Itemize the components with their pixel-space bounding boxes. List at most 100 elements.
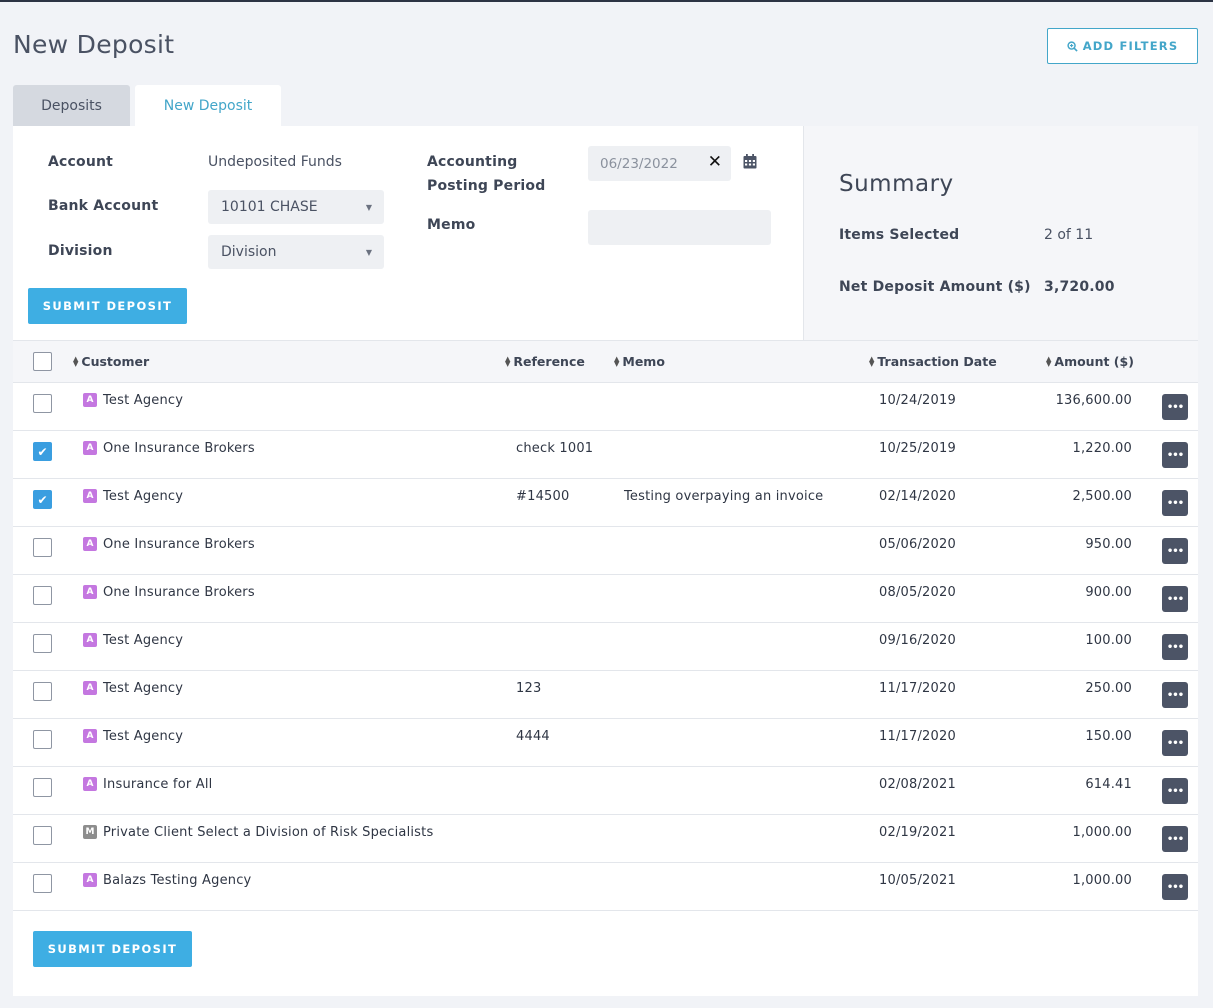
row-checkbox[interactable] bbox=[33, 778, 52, 797]
row-checkbox[interactable] bbox=[33, 394, 52, 413]
sort-icon: ▲ ▼ bbox=[505, 354, 511, 368]
calendar-icon[interactable] bbox=[743, 154, 757, 169]
submit-deposit-button-top[interactable]: SUBMIT DEPOSIT bbox=[28, 288, 187, 324]
amount-cell: 100.00 bbox=[1085, 633, 1132, 648]
table-row[interactable]: A Test Agency 123 11/17/2020 250.00 ••• bbox=[13, 671, 1198, 719]
items-selected-label: Items Selected bbox=[839, 227, 960, 243]
transaction-date-cell: 10/24/2019 bbox=[879, 393, 956, 408]
transaction-date-cell: 10/05/2021 bbox=[879, 873, 956, 888]
items-selected-value: 2 of 11 bbox=[1044, 227, 1094, 243]
memo-input[interactable] bbox=[588, 210, 771, 245]
account-label: Account bbox=[48, 154, 114, 170]
table-row[interactable]: A One Insurance Brokers 08/05/2020 900.00 ••… bbox=[13, 575, 1198, 623]
amount-cell: 1,000.00 bbox=[1072, 825, 1132, 840]
row-actions-button[interactable]: ••• bbox=[1162, 634, 1188, 660]
table-row[interactable]: A Test Agency 4444 11/17/2020 150.00 ••• bbox=[13, 719, 1198, 767]
amount-cell: 2,500.00 bbox=[1072, 489, 1132, 504]
row-checkbox[interactable] bbox=[33, 682, 52, 701]
customer-type-badge: A bbox=[83, 777, 97, 791]
customer-cell: Test Agency bbox=[103, 729, 184, 744]
memo-label: Memo bbox=[427, 217, 476, 233]
column-header-memo[interactable]: ▲ ▼ Memo bbox=[614, 354, 665, 369]
amount-cell: 136,600.00 bbox=[1055, 393, 1132, 408]
customer-type-badge: A bbox=[83, 489, 97, 503]
table-row[interactable]: A Test Agency 09/16/2020 100.00 ••• bbox=[13, 623, 1198, 671]
submit-deposit-button-bottom[interactable]: SUBMIT DEPOSIT bbox=[33, 931, 192, 967]
net-deposit-amount-value: 3,720.00 bbox=[1044, 279, 1115, 295]
more-horizontal-icon: ••• bbox=[1166, 401, 1184, 413]
customer-cell: Insurance for All bbox=[103, 777, 213, 792]
more-horizontal-icon: ••• bbox=[1166, 641, 1184, 653]
transaction-date-cell: 02/08/2021 bbox=[879, 777, 956, 792]
column-header-amount[interactable]: ▲ ▼ Amount ($) bbox=[1046, 354, 1134, 369]
caret-down-icon: ▼ bbox=[365, 248, 372, 257]
amount-cell: 614.41 bbox=[1085, 777, 1132, 792]
deposit-table-body: A Test Agency 10/24/2019 136,600.00 ••• ✔ A One… bbox=[13, 383, 1198, 911]
tab-deposits[interactable]: Deposits bbox=[13, 85, 130, 126]
posting-period-input[interactable]: 06/23/2022 ✕ bbox=[588, 146, 731, 181]
row-checkbox[interactable]: ✔ bbox=[33, 442, 52, 461]
transaction-date-cell: 11/17/2020 bbox=[879, 681, 956, 696]
transaction-date-cell: 02/19/2021 bbox=[879, 825, 956, 840]
division-select[interactable]: Division ▼ bbox=[208, 235, 384, 269]
deposit-card: Account Undeposited Funds Bank Account 1… bbox=[13, 126, 1198, 996]
reference-cell: #14500 bbox=[516, 489, 570, 504]
table-row[interactable]: A One Insurance Brokers 05/06/2020 950.00 ••… bbox=[13, 527, 1198, 575]
customer-type-badge: A bbox=[83, 729, 97, 743]
row-actions-button[interactable]: ••• bbox=[1162, 586, 1188, 612]
more-horizontal-icon: ••• bbox=[1166, 785, 1184, 797]
add-filters-button[interactable]: ADD FILTERS bbox=[1047, 28, 1198, 64]
row-checkbox[interactable]: ✔ bbox=[33, 490, 52, 509]
table-row[interactable]: A Balazs Testing Agency 10/05/2021 1,000.00… bbox=[13, 863, 1198, 911]
row-checkbox[interactable] bbox=[33, 634, 52, 653]
column-header-transaction-date[interactable]: ▲ ▼ Transaction Date bbox=[869, 354, 997, 369]
row-checkbox[interactable] bbox=[33, 826, 52, 845]
row-actions-button[interactable]: ••• bbox=[1162, 682, 1188, 708]
transaction-date-cell: 09/16/2020 bbox=[879, 633, 956, 648]
table-row[interactable]: M Private Client Select a Division of Ris… bbox=[13, 815, 1198, 863]
transaction-date-cell: 10/25/2019 bbox=[879, 441, 956, 456]
row-actions-button[interactable]: ••• bbox=[1162, 490, 1188, 516]
customer-type-badge: A bbox=[83, 873, 97, 887]
column-header-customer[interactable]: ▲ ▼ Customer bbox=[73, 354, 149, 369]
row-actions-button[interactable]: ••• bbox=[1162, 394, 1188, 420]
table-row[interactable]: ✔ A One Insurance Brokers check 1001 10/25/2… bbox=[13, 431, 1198, 479]
sort-icon: ▲ ▼ bbox=[73, 354, 79, 368]
transaction-date-cell: 11/17/2020 bbox=[879, 729, 956, 744]
row-actions-button[interactable]: ••• bbox=[1162, 442, 1188, 468]
tab-new-deposit[interactable]: New Deposit bbox=[135, 85, 281, 126]
row-actions-button[interactable]: ••• bbox=[1162, 826, 1188, 852]
close-icon[interactable]: ✕ bbox=[708, 154, 722, 171]
row-actions-button[interactable]: ••• bbox=[1162, 778, 1188, 804]
customer-cell: Private Client Select a Division of Risk… bbox=[103, 825, 434, 840]
search-plus-icon bbox=[1067, 40, 1078, 52]
more-horizontal-icon: ••• bbox=[1166, 449, 1184, 461]
customer-cell: One Insurance Brokers bbox=[103, 441, 255, 456]
summary-panel: Summary Items Selected 2 of 11 Net Depos… bbox=[803, 126, 1198, 340]
bank-account-select[interactable]: 10101 CHASE ▼ bbox=[208, 190, 384, 224]
amount-cell: 1,000.00 bbox=[1072, 873, 1132, 888]
customer-cell: Test Agency bbox=[103, 393, 184, 408]
row-checkbox[interactable] bbox=[33, 730, 52, 749]
select-all-checkbox[interactable] bbox=[33, 352, 52, 371]
customer-type-badge: A bbox=[83, 537, 97, 551]
row-checkbox[interactable] bbox=[33, 538, 52, 557]
sort-icon: ▲ ▼ bbox=[1046, 354, 1052, 368]
add-filters-label: ADD FILTERS bbox=[1082, 39, 1179, 53]
row-actions-button[interactable]: ••• bbox=[1162, 874, 1188, 900]
page-title: New Deposit bbox=[13, 30, 175, 59]
customer-type-badge: A bbox=[83, 681, 97, 695]
reference-cell: 4444 bbox=[516, 729, 550, 744]
table-row[interactable]: ✔ A Test Agency #14500 Testing overpaying an… bbox=[13, 479, 1198, 527]
row-checkbox[interactable] bbox=[33, 586, 52, 605]
row-actions-button[interactable]: ••• bbox=[1162, 730, 1188, 756]
row-checkbox[interactable] bbox=[33, 874, 52, 893]
row-actions-button[interactable]: ••• bbox=[1162, 538, 1188, 564]
memo-cell: Testing overpaying an invoice bbox=[624, 489, 824, 504]
table-row[interactable]: A Test Agency 10/24/2019 136,600.00 ••• bbox=[13, 383, 1198, 431]
amount-cell: 900.00 bbox=[1085, 585, 1132, 600]
reference-cell: check 1001 bbox=[516, 441, 594, 456]
table-row[interactable]: A Insurance for All 02/08/2021 614.41 ••• bbox=[13, 767, 1198, 815]
column-header-reference[interactable]: ▲ ▼ Reference bbox=[505, 354, 585, 369]
amount-cell: 950.00 bbox=[1085, 537, 1132, 552]
